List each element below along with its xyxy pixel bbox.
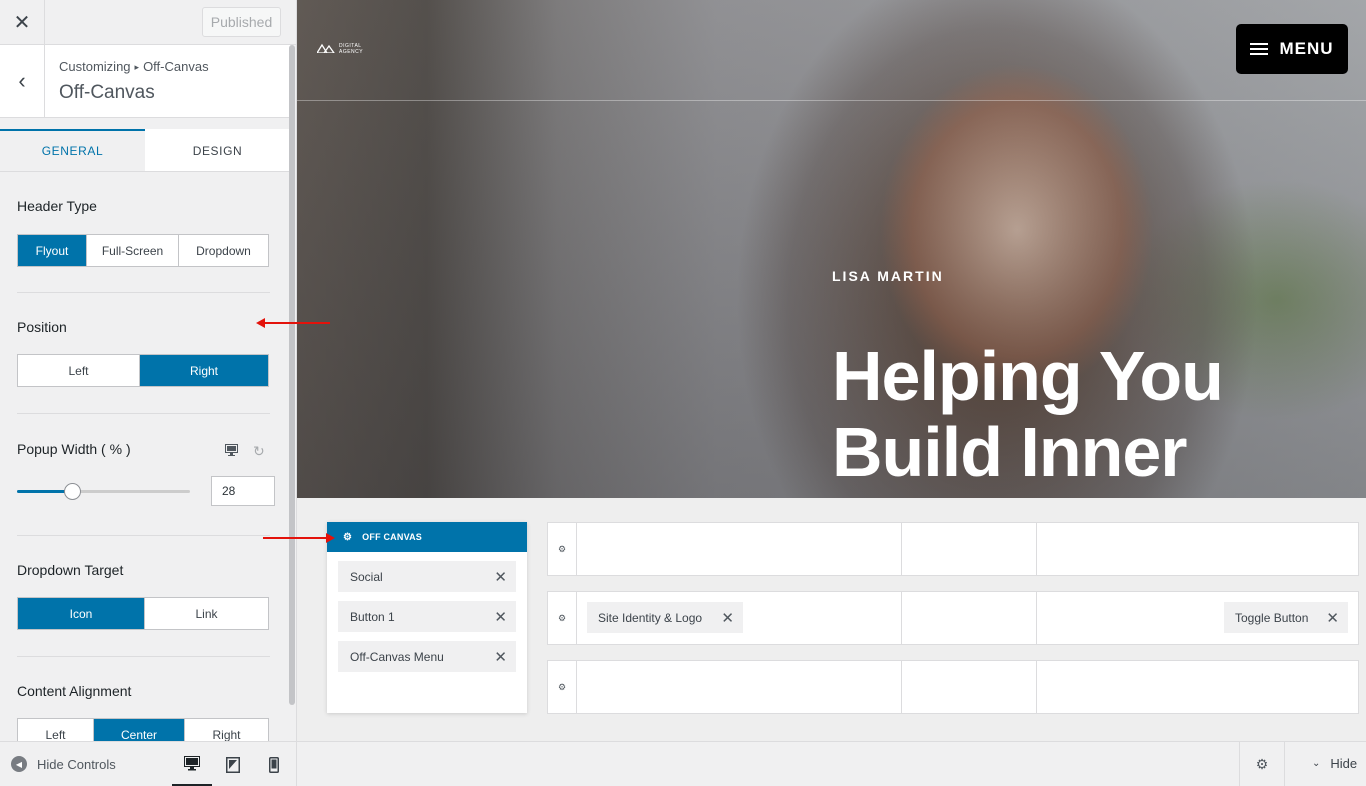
- off-canvas-header[interactable]: ⚙ OFF CANVAS: [327, 522, 527, 552]
- builder-item-site-identity[interactable]: Site Identity & Logo ✕: [587, 602, 743, 633]
- divider: [17, 656, 270, 657]
- off-canvas-title: OFF CANVAS: [362, 532, 423, 542]
- hero-kicker: LISA MARTIN: [832, 268, 944, 284]
- gear-icon[interactable]: ⚙: [1242, 742, 1282, 786]
- row-separator: [901, 592, 902, 644]
- builder-row-top: ⚙: [547, 522, 1359, 576]
- hero-headline-line-2: Build Inner: [832, 413, 1188, 491]
- row-separator: [901, 523, 902, 575]
- header-type-label: Header Type: [17, 198, 97, 214]
- menu-toggle-button[interactable]: MENU: [1236, 24, 1348, 74]
- annotation-arrow: [256, 318, 330, 328]
- divider: [17, 413, 270, 414]
- row-separator: [1036, 661, 1037, 713]
- site-logo[interactable]: DIGITAL AGENCY: [315, 42, 364, 56]
- dropdown-target-label: Dropdown Target: [17, 562, 124, 578]
- remove-icon[interactable]: ✕: [494, 608, 507, 626]
- published-button[interactable]: Published: [202, 7, 281, 37]
- row-separator: [1036, 523, 1037, 575]
- builder-row-main: ⚙ Site Identity & Logo ✕ Toggle Button ✕: [547, 591, 1359, 645]
- footer-divider: [1239, 742, 1240, 786]
- hide-controls-button[interactable]: ◀ Hide Controls: [11, 756, 116, 772]
- annotation-arrow: [263, 533, 335, 543]
- slider-handle[interactable]: [64, 483, 81, 500]
- popup-width-input[interactable]: [211, 476, 275, 506]
- section-title: Off-Canvas: [59, 82, 155, 103]
- divider: [17, 292, 270, 293]
- breadcrumb: Customizing ▸ Off-Canvas: [59, 59, 209, 74]
- gear-icon[interactable]: ⚙: [548, 592, 577, 644]
- tab-design[interactable]: Design: [145, 129, 290, 171]
- position-label: Position: [17, 319, 67, 335]
- hero-headline-line-1: Helping You: [832, 337, 1224, 415]
- breadcrumb-leaf: Off-Canvas: [143, 59, 209, 74]
- content-alignment-label: Content Alignment: [17, 683, 132, 699]
- position-right-button[interactable]: Right: [140, 355, 268, 386]
- popup-width-slider[interactable]: [17, 483, 190, 500]
- position-left-button[interactable]: Left: [18, 355, 140, 386]
- desktop-preview-icon[interactable]: [172, 742, 212, 786]
- dropdown-target-buttons: Icon Link: [17, 597, 269, 630]
- customizer-topbar: ✕ Published: [0, 0, 296, 45]
- logo-text: DIGITAL AGENCY: [339, 43, 364, 55]
- divider: [17, 535, 270, 536]
- popup-width-label: Popup Width ( % ): [17, 441, 131, 457]
- off-canvas-item-label: Off-Canvas Menu: [350, 649, 444, 664]
- hero-headline: Helping You Build Inner: [832, 338, 1352, 490]
- header-type-fullscreen-button[interactable]: Full-Screen: [87, 235, 179, 266]
- dropdown-target-icon-button[interactable]: Icon: [18, 598, 145, 629]
- section-header: ‹ Customizing ▸ Off-Canvas Off-Canvas: [0, 45, 290, 118]
- row-separator: [1036, 592, 1037, 644]
- chevron-down-icon: ⌄: [1312, 758, 1321, 769]
- builder-item-label: Toggle Button: [1235, 610, 1309, 625]
- reset-icon[interactable]: ↻: [253, 443, 265, 460]
- tablet-preview-icon[interactable]: [213, 742, 253, 786]
- off-canvas-item-label: Social: [350, 569, 383, 584]
- panel-tabs: General Design: [0, 129, 290, 172]
- builder-item-toggle-button[interactable]: Toggle Button ✕: [1224, 602, 1348, 633]
- off-canvas-item[interactable]: Button 1 ✕: [338, 601, 516, 632]
- close-icon[interactable]: ✕: [0, 0, 45, 44]
- position-buttons: Left Right: [17, 354, 269, 387]
- collapse-icon: ◀: [11, 756, 27, 772]
- off-canvas-item[interactable]: Off-Canvas Menu ✕: [338, 641, 516, 672]
- desktop-icon[interactable]: [225, 444, 238, 459]
- back-arrow-icon[interactable]: ‹: [0, 45, 45, 117]
- builder-row-bottom: ⚙: [547, 660, 1359, 714]
- breadcrumb-separator-icon: ▸: [134, 62, 140, 72]
- mobile-preview-icon[interactable]: [254, 742, 294, 786]
- gear-icon[interactable]: ⚙: [343, 532, 352, 543]
- footer-divider: [296, 742, 297, 786]
- gear-icon[interactable]: ⚙: [548, 661, 577, 713]
- header-type-flyout-button[interactable]: Flyout: [18, 235, 87, 266]
- hamburger-icon: [1250, 40, 1269, 58]
- header-type-buttons: Flyout Full-Screen Dropdown: [17, 234, 269, 267]
- off-canvas-panel: ⚙ OFF CANVAS Social ✕ Button 1 ✕ Off-Can…: [327, 522, 527, 713]
- hide-label: Hide: [1330, 756, 1358, 771]
- off-canvas-item[interactable]: Social ✕: [338, 561, 516, 592]
- row-separator: [901, 661, 902, 713]
- remove-icon[interactable]: ✕: [1326, 609, 1339, 627]
- hide-builder-button[interactable]: ⌄ Hide: [1312, 756, 1357, 771]
- remove-icon[interactable]: ✕: [494, 568, 507, 586]
- remove-icon[interactable]: ✕: [721, 609, 734, 627]
- breadcrumb-root: Customizing: [59, 59, 131, 74]
- logo-mark-icon: [315, 42, 336, 56]
- menu-label: MENU: [1279, 39, 1334, 58]
- header-divider: [297, 100, 1366, 101]
- dropdown-target-link-button[interactable]: Link: [145, 598, 268, 629]
- gear-icon[interactable]: ⚙: [548, 523, 577, 575]
- customizer-sidebar: ✕ Published ‹ Customizing ▸ Off-Canvas Off…: [0, 0, 297, 786]
- builder-item-label: Site Identity & Logo: [598, 610, 703, 625]
- header-type-dropdown-button[interactable]: Dropdown: [179, 235, 268, 266]
- customizer-footer: ◀ Hide Controls ⚙ ⌄ Hide: [0, 741, 1366, 786]
- remove-icon[interactable]: ✕: [494, 648, 507, 666]
- header-builder: ⚙ OFF CANVAS Social ✕ Button 1 ✕ Off-Can…: [297, 498, 1366, 741]
- hide-controls-label: Hide Controls: [37, 756, 116, 772]
- tab-general[interactable]: General: [0, 129, 145, 171]
- hero-preview: DIGITAL AGENCY MENU LISA MARTIN Helping Y…: [297, 0, 1366, 498]
- off-canvas-item-label: Button 1: [350, 609, 395, 624]
- footer-divider: [1284, 742, 1285, 786]
- sidebar-scrollbar[interactable]: [289, 45, 295, 705]
